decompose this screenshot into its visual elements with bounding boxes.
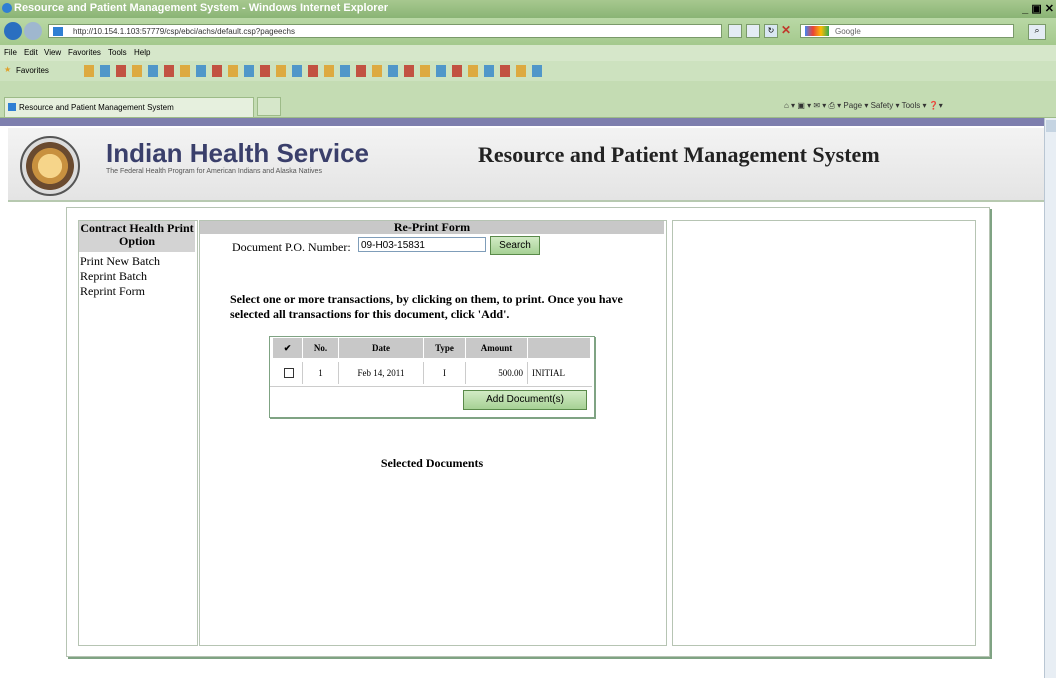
add-documents-button[interactable]: Add Document(s) (463, 390, 587, 410)
table-cell-no[interactable]: 1 (303, 362, 339, 384)
sidebar-title: Contract Health Print Option (79, 221, 195, 252)
page-header: Indian Health Service The Federal Health… (8, 128, 1044, 200)
org-subtitle: The Federal Health Program for American … (106, 168, 322, 175)
page-menu[interactable]: Page (843, 101, 862, 110)
table-cell-date[interactable]: Feb 14, 2011 (339, 362, 424, 384)
page-icon (53, 27, 63, 36)
refresh-icon[interactable] (728, 24, 742, 38)
mail-icon[interactable]: ✉ ▾ (813, 101, 826, 110)
tab-page-icon (8, 103, 16, 111)
search-input[interactable]: Google (800, 24, 1014, 38)
safety-menu[interactable]: Safety (871, 101, 894, 110)
table-cell-type[interactable]: I (424, 362, 466, 384)
column-header-description (528, 338, 591, 358)
menu-edit[interactable]: Edit (24, 48, 38, 57)
column-header-date: Date (339, 338, 424, 358)
header-divider (8, 200, 1044, 202)
tab-rpms[interactable]: Resource and Patient Management System (4, 97, 254, 117)
column-header-no: No. (303, 338, 339, 358)
help-icon[interactable]: ❓▾ (929, 101, 943, 110)
ihs-seal-logo (20, 136, 80, 196)
search-button[interactable]: Search (490, 236, 540, 255)
menu-favorites[interactable]: Favorites (68, 48, 101, 57)
menu-view[interactable]: View (44, 48, 61, 57)
address-bar: http://10.154.1.103:57779/csp/ebci/achs/… (0, 18, 1056, 45)
right-panel (672, 220, 976, 646)
column-header-type: Type (424, 338, 466, 358)
vertical-scrollbar[interactable] (1044, 118, 1056, 678)
po-number-label: Document P.O. Number: (232, 240, 351, 254)
org-name: Indian Health Service (106, 138, 369, 168)
link-reprint-batch[interactable]: Reprint Batch (80, 269, 147, 284)
page-top-bar (0, 118, 1056, 126)
back-button[interactable] (4, 22, 22, 40)
window-title-bar: Resource and Patient Management System -… (0, 0, 1056, 18)
ie-logo-icon (2, 3, 12, 13)
table-cell-description[interactable]: INITIAL (528, 362, 591, 384)
selected-documents-heading: Selected Documents (380, 456, 484, 470)
favorites-shortcuts[interactable] (84, 65, 544, 77)
menu-tools[interactable]: Tools (108, 48, 127, 57)
menu-help[interactable]: Help (134, 48, 150, 57)
tab-label: Resource and Patient Management System (19, 103, 174, 112)
table-row-checkbox-cell[interactable] (273, 362, 303, 384)
window-title: Resource and Patient Management System -… (14, 2, 388, 14)
forward-button[interactable] (24, 22, 42, 40)
table-divider (270, 386, 592, 387)
po-number-input[interactable]: 09-H03-15831 (358, 237, 486, 252)
url-text: http://10.154.1.103:57779/csp/ebci/achs/… (73, 27, 295, 36)
tools-menu[interactable]: Tools (902, 101, 921, 110)
compatibility-icon[interactable] (746, 24, 760, 38)
column-header-select: ✔ (273, 338, 303, 358)
url-input[interactable]: http://10.154.1.103:57779/csp/ebci/achs/… (48, 24, 722, 38)
favorites-bar: ★ Favorites (0, 61, 1056, 81)
print-icon[interactable]: ⎙ ▾ (829, 101, 842, 110)
window-controls[interactable]: _ ▣ ✕ (1022, 2, 1054, 15)
command-bar: ⌂ ▾ ▣ ▾ ✉ ▾ ⎙ ▾ Page ▾ Safety ▾ Tools ▾ … (784, 101, 943, 110)
menu-bar: File Edit View Favorites Tools Help (0, 45, 1056, 61)
search-icon[interactable]: ⌕ (1028, 24, 1046, 40)
tab-bar: Resource and Patient Management System ⌂… (0, 81, 1056, 118)
go-icon[interactable]: ↻ (764, 24, 778, 38)
new-tab-button[interactable] (257, 97, 281, 116)
link-print-new-batch[interactable]: Print New Batch (80, 254, 160, 269)
form-title: Re-Print Form (200, 221, 664, 234)
instructions-text: Select one or more transactions, by clic… (230, 292, 623, 321)
feeds-icon[interactable]: ▣ ▾ (797, 101, 811, 110)
row-checkbox[interactable] (284, 368, 294, 378)
home-icon[interactable]: ⌂ ▾ (784, 101, 795, 110)
search-provider-icon (805, 26, 829, 36)
table-cell-amount[interactable]: 500.00 (466, 362, 528, 384)
menu-file[interactable]: File (4, 48, 17, 57)
search-placeholder: Google (835, 27, 861, 36)
column-header-amount: Amount (466, 338, 528, 358)
main-panel (199, 220, 667, 646)
scrollbar-thumb[interactable] (1046, 120, 1056, 132)
favorites-button[interactable]: Favorites (16, 66, 49, 75)
stop-icon[interactable]: ✕ (780, 24, 792, 36)
favorites-star-icon: ★ (4, 65, 12, 74)
link-reprint-form[interactable]: Reprint Form (80, 284, 145, 299)
system-title: Resource and Patient Management System (478, 142, 880, 167)
